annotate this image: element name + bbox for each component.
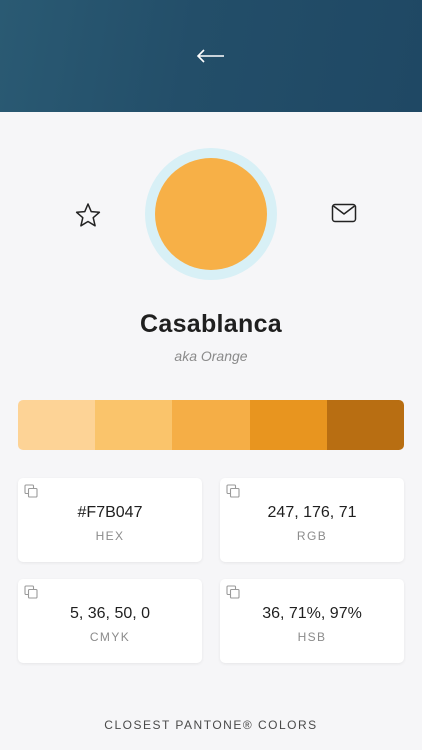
mail-icon xyxy=(331,203,357,223)
header-bar xyxy=(0,0,422,112)
back-button[interactable] xyxy=(193,42,229,70)
favorite-button[interactable] xyxy=(70,197,106,233)
cmyk-value: 5, 36, 50, 0 xyxy=(69,605,151,622)
rgb-value: 247, 176, 71 xyxy=(267,504,357,521)
shade-palette xyxy=(18,400,404,450)
copy-icon xyxy=(24,484,38,498)
rgb-card[interactable]: 247, 176, 71 RGB xyxy=(220,478,404,562)
back-arrow-icon xyxy=(196,49,224,63)
copy-icon xyxy=(226,585,240,599)
color-swatch xyxy=(155,158,267,270)
hex-label: HEX xyxy=(95,529,125,543)
hsb-label: HSB xyxy=(297,630,327,644)
shade-swatch-1[interactable] xyxy=(18,400,96,450)
shade-swatch-4[interactable] xyxy=(249,400,327,450)
shade-swatch-2[interactable] xyxy=(95,400,173,450)
color-detail: Casablanca aka Orange #F7B047 HEX 247, 1… xyxy=(0,112,422,750)
color-alias: aka Orange xyxy=(174,348,248,364)
share-mail-button[interactable] xyxy=(326,195,362,231)
hsb-card[interactable]: 36, 71%, 97% HSB xyxy=(220,579,404,663)
closest-pantone-heading: CLOSEST PANTONE® COLORS xyxy=(104,718,318,732)
shade-swatch-5[interactable] xyxy=(326,400,404,450)
rgb-label: RGB xyxy=(296,529,328,543)
copy-icon xyxy=(24,585,38,599)
cmyk-card[interactable]: 5, 36, 50, 0 CMYK xyxy=(18,579,202,663)
color-name: Casablanca xyxy=(140,310,282,338)
star-icon xyxy=(75,203,101,227)
shade-swatch-3[interactable] xyxy=(172,400,250,450)
copy-icon xyxy=(226,484,240,498)
hsb-value: 36, 71%, 97% xyxy=(262,605,362,622)
cmyk-label: CMYK xyxy=(89,630,131,644)
hex-card[interactable]: #F7B047 HEX xyxy=(18,478,202,562)
color-swatch-ring xyxy=(145,148,277,280)
hex-value: #F7B047 xyxy=(77,504,143,521)
